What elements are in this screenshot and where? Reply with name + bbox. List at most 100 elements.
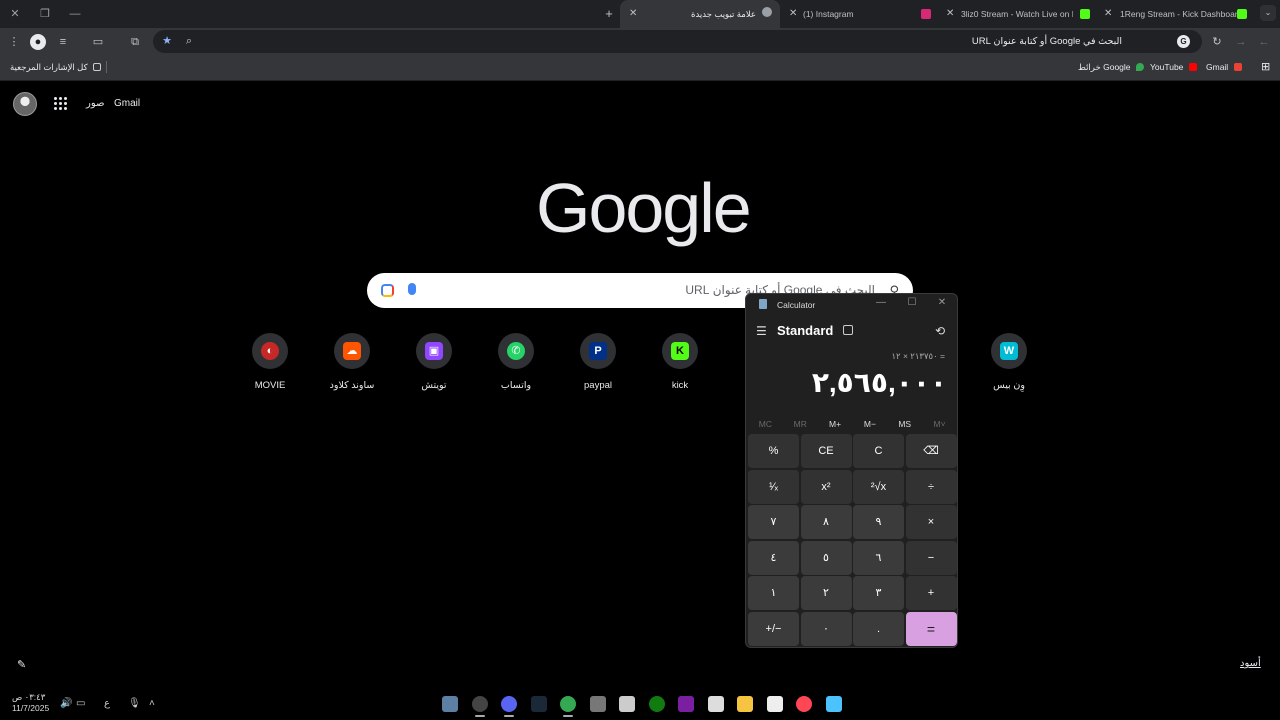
memory-list-button[interactable]: M˅ xyxy=(922,416,957,432)
steelseries-icon[interactable] xyxy=(471,696,488,717)
address-bar[interactable]: ★ ⌕ البحث في Google أو كتابة عنوان URL G xyxy=(153,30,1202,53)
clock[interactable]: ٠٣:٤٣ ص 11/7/2025 xyxy=(12,692,49,714)
reciprocal-key[interactable]: ¹⁄ₓ xyxy=(748,469,799,504)
chrome-icon[interactable] xyxy=(560,696,576,717)
bookmark-maps[interactable]: خرائط Google xyxy=(1078,55,1147,79)
shortcut-winbase[interactable]: W وِن بيس xyxy=(964,333,1054,391)
square-key[interactable]: x² xyxy=(800,469,852,504)
shortcut-soundcloud[interactable]: ☁ ساوند كلاود xyxy=(307,333,397,391)
nine-key[interactable]: ٩ xyxy=(853,505,904,539)
seven-key[interactable]: ٧ xyxy=(748,505,799,539)
maximize-icon[interactable]: ☐ xyxy=(902,297,922,308)
menu-kebab-icon[interactable]: ⋮ xyxy=(6,34,22,50)
backspace-key[interactable]: ⌫ xyxy=(905,434,957,468)
images-link[interactable]: صور xyxy=(86,98,105,109)
memory-store-button[interactable]: MS xyxy=(887,416,922,432)
profile-icon[interactable]: ● xyxy=(30,34,46,50)
zero-key[interactable]: ٠ xyxy=(800,611,852,646)
show-hidden-icons-icon[interactable]: ˄ xyxy=(149,698,155,709)
divide-key[interactable]: ÷ xyxy=(905,469,957,504)
google-lens-icon[interactable] xyxy=(381,284,394,297)
close-icon[interactable]: ✕ xyxy=(932,297,952,308)
add-key[interactable]: + xyxy=(905,576,957,610)
bookmark-youtube[interactable]: YouTube xyxy=(1150,55,1200,79)
volume-icon[interactable]: 🔊 xyxy=(60,698,72,709)
close-tab-icon[interactable]: ✕ xyxy=(789,2,797,26)
steam-icon[interactable] xyxy=(530,696,547,712)
avatar[interactable] xyxy=(13,92,37,116)
history-icon[interactable]: ⟲ xyxy=(935,324,945,338)
bookmark-gmail[interactable]: Gmail xyxy=(1206,55,1245,79)
tab-new-tab[interactable]: ✕ علامة تبويب جديدة xyxy=(620,0,780,28)
one-key[interactable]: ١ xyxy=(748,576,799,610)
valorant-icon[interactable] xyxy=(796,696,812,712)
negate-key[interactable]: +/− xyxy=(748,611,799,646)
settings-icon[interactable] xyxy=(589,696,606,712)
back-icon[interactable]: ← xyxy=(1256,34,1272,50)
capcut-icon[interactable] xyxy=(766,696,783,712)
forward-icon[interactable]: → xyxy=(1233,34,1249,50)
hamburger-menu-icon[interactable]: ☰ xyxy=(756,324,767,338)
reading-list-icon[interactable]: ≡ xyxy=(55,34,71,50)
bookmark-star-icon[interactable]: ★ xyxy=(159,33,175,49)
shortcut-kick[interactable]: K kick xyxy=(635,333,725,391)
minimize-window-icon[interactable]: — xyxy=(60,0,90,28)
gmail-link[interactable]: Gmail xyxy=(114,98,140,109)
microphone-icon[interactable]: 🎙 xyxy=(128,698,141,709)
new-tab-button[interactable]: + xyxy=(601,0,617,28)
discord-icon[interactable] xyxy=(501,696,517,717)
two-key[interactable]: ٢ xyxy=(800,576,852,610)
clear-entry-key[interactable]: CE xyxy=(800,434,852,468)
tab-3liz0-stream[interactable]: ✕ 3liz0 Stream - Watch Live on Ki xyxy=(942,2,1092,26)
keep-on-top-icon[interactable] xyxy=(843,325,853,335)
input-language[interactable]: ع xyxy=(104,698,110,709)
five-key[interactable]: ٥ xyxy=(800,540,852,575)
tab-1reng-stream[interactable]: ✕ 1Reng Stream - Kick Dashboard xyxy=(1100,2,1252,26)
square-root-key[interactable]: ²√x xyxy=(853,469,904,504)
calculator-icon[interactable] xyxy=(442,696,458,712)
apps-shortcut-icon[interactable]: ⊞ xyxy=(1261,55,1270,79)
memory-recall-button[interactable]: MR xyxy=(783,416,818,432)
minimize-icon[interactable]: — xyxy=(871,297,891,308)
clear-key[interactable]: C xyxy=(853,434,904,468)
nzxt-icon[interactable] xyxy=(678,696,694,712)
restore-window-icon[interactable]: ❐ xyxy=(30,0,60,28)
windows-start-icon[interactable] xyxy=(825,696,842,712)
close-tab-icon[interactable]: ✕ xyxy=(946,2,954,26)
four-key[interactable]: ٤ xyxy=(748,540,799,575)
tab-search-icon[interactable]: ⌄ xyxy=(1260,5,1276,21)
subtract-key[interactable]: − xyxy=(905,540,957,575)
voice-search-icon[interactable] xyxy=(408,283,416,295)
shortcut-movie[interactable]: ◐ MOVIE xyxy=(225,333,315,391)
network-icon[interactable]: ▭ xyxy=(76,698,85,709)
three-key[interactable]: ٣ xyxy=(853,576,904,610)
eight-key[interactable]: ٨ xyxy=(800,505,852,539)
file-explorer-icon[interactable] xyxy=(737,696,753,712)
cast-icon[interactable]: ▭ xyxy=(90,34,106,50)
xbox-icon[interactable] xyxy=(648,696,665,712)
shortcut-whatsapp[interactable]: ✆ واتساب xyxy=(471,333,561,391)
tab-instagram[interactable]: ✕ (1) Instagram xyxy=(783,2,935,26)
shortcut-paypal[interactable]: P paypal xyxy=(553,333,643,391)
reload-icon[interactable]: ↻ xyxy=(1209,34,1225,50)
engine-icon[interactable] xyxy=(619,696,635,712)
customize-pencil-icon[interactable]: ✎ xyxy=(17,658,26,671)
close-window-icon[interactable]: ✕ xyxy=(0,0,30,28)
google-apps-icon[interactable] xyxy=(54,97,67,110)
shortcut-twitch[interactable]: ▣ تويتش xyxy=(389,333,479,391)
memory-subtract-button[interactable]: M− xyxy=(852,416,887,432)
close-tab-icon[interactable]: ✕ xyxy=(1104,2,1112,26)
six-key[interactable]: ٦ xyxy=(853,540,904,575)
equals-key[interactable]: = xyxy=(905,611,957,646)
decimal-key[interactable]: . xyxy=(853,611,904,646)
multiply-key[interactable]: × xyxy=(905,505,957,539)
search-app-icon[interactable] xyxy=(707,696,724,712)
memory-clear-button[interactable]: MC xyxy=(748,416,783,432)
memory-add-button[interactable]: M+ xyxy=(818,416,853,432)
extensions-icon[interactable]: ⧉ xyxy=(127,34,143,50)
all-bookmarks-button[interactable]: كل الإشارات المرجعية xyxy=(10,55,104,79)
percent-key[interactable]: % xyxy=(748,434,799,468)
close-tab-icon[interactable]: ✕ xyxy=(629,0,637,28)
zoom-icon[interactable]: ⌕ xyxy=(181,33,197,49)
theme-link[interactable]: أسود xyxy=(1240,658,1261,669)
